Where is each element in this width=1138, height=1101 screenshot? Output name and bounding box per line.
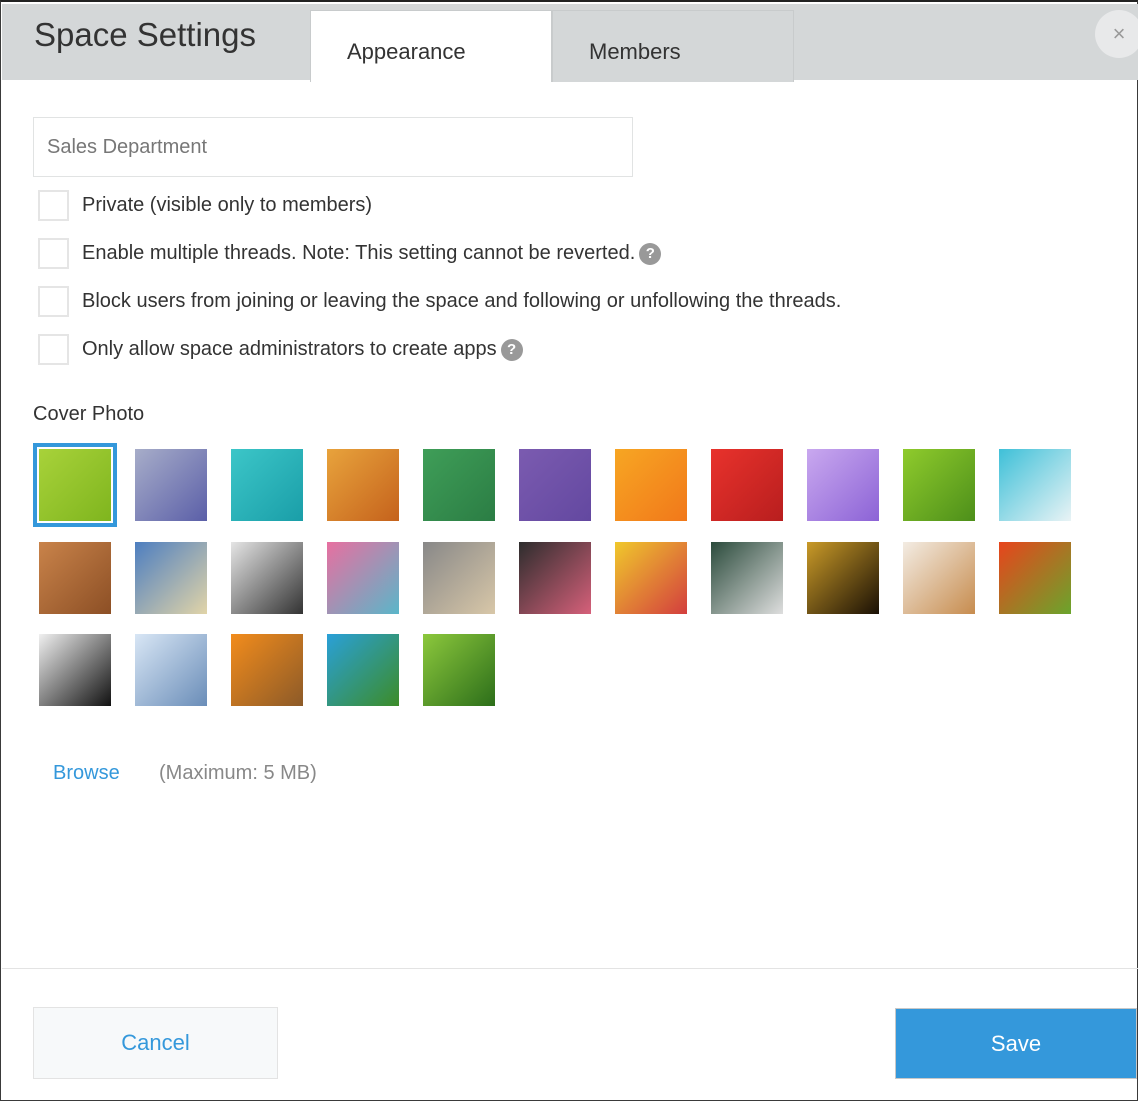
tab-appearance[interactable]: Appearance — [310, 10, 552, 82]
cover-photo-thumbnail[interactable] — [711, 541, 783, 614]
cover-photo-thumbnail[interactable] — [135, 541, 207, 614]
checkbox[interactable] — [38, 238, 69, 269]
cover-photo-thumbnail[interactable] — [39, 634, 111, 706]
dialog-header: Space Settings Appearance Members — [2, 4, 1138, 82]
cover-photo-thumbnail[interactable] — [615, 449, 687, 521]
cover-photo-thumbnail[interactable] — [903, 449, 975, 521]
cover-photo-thumbnail[interactable] — [519, 449, 591, 521]
cover-photo-thumbnail[interactable] — [327, 541, 399, 614]
save-button[interactable]: Save — [895, 1008, 1137, 1079]
cover-photo-thumbnail[interactable] — [33, 443, 117, 527]
cover-photo-thumbnail[interactable] — [231, 449, 303, 521]
cover-photo-thumbnail[interactable] — [423, 541, 495, 614]
browse-link[interactable]: Browse — [53, 762, 120, 785]
help-icon[interactable]: ? — [639, 242, 662, 265]
cover-photo-thumbnail[interactable] — [711, 449, 783, 521]
cover-photo-thumbnail[interactable] — [327, 634, 399, 706]
checkbox-label: Private (visible only to members) — [82, 194, 373, 216]
cover-photo-thumbnail[interactable] — [807, 449, 879, 521]
checkbox[interactable] — [38, 334, 69, 365]
tab-members[interactable]: Members — [552, 10, 794, 82]
cover-photo-thumbnail[interactable] — [135, 634, 207, 706]
cover-photo-thumbnail[interactable] — [39, 541, 111, 614]
cover-photo-label: Cover Photo — [33, 403, 145, 425]
cover-photo-thumbnail[interactable] — [903, 541, 975, 614]
checkbox-row[interactable]: Block users from joining or leaving the … — [38, 286, 841, 317]
footer-divider — [2, 968, 1138, 969]
cover-photo-thumbnail[interactable] — [999, 541, 1071, 614]
dialog-title: Space Settings — [34, 16, 256, 53]
help-icon[interactable]: ? — [500, 338, 523, 361]
cover-photo-thumbnail[interactable] — [807, 541, 879, 614]
checkbox-row[interactable]: Enable multiple threads. Note: This sett… — [38, 238, 662, 269]
checkbox-label: Enable multiple threads. Note: This sett… — [82, 242, 636, 264]
checkbox-label: Only allow space administrators to creat… — [82, 338, 497, 360]
max-size-note: (Maximum: 5 MB) — [159, 762, 317, 784]
checkbox-row[interactable]: Private (visible only to members) — [38, 190, 372, 221]
checkbox-row[interactable]: Only allow space administrators to creat… — [38, 334, 523, 365]
cover-photo-thumbnail[interactable] — [519, 541, 591, 614]
cover-photo-thumbnail[interactable] — [423, 449, 495, 521]
checkbox[interactable] — [38, 190, 69, 221]
cancel-button[interactable]: Cancel — [33, 1007, 278, 1079]
cover-photo-thumbnail[interactable] — [327, 449, 399, 521]
cover-photo-thumbnail[interactable] — [231, 541, 303, 614]
space-settings-dialog: Space Settings Appearance Members × Priv… — [0, 0, 1138, 1101]
checkbox[interactable] — [38, 286, 69, 317]
cover-photo-thumbnail[interactable] — [423, 634, 495, 706]
cover-photo-thumbnail[interactable] — [231, 634, 303, 706]
close-icon[interactable]: × — [1095, 10, 1138, 58]
checkbox-label: Block users from joining or leaving the … — [82, 290, 842, 312]
cover-photo-thumbnail[interactable] — [135, 449, 207, 521]
space-name-input[interactable] — [33, 117, 633, 177]
cover-photo-thumbnail[interactable] — [999, 449, 1071, 521]
cover-photo-thumbnail[interactable] — [615, 541, 687, 614]
